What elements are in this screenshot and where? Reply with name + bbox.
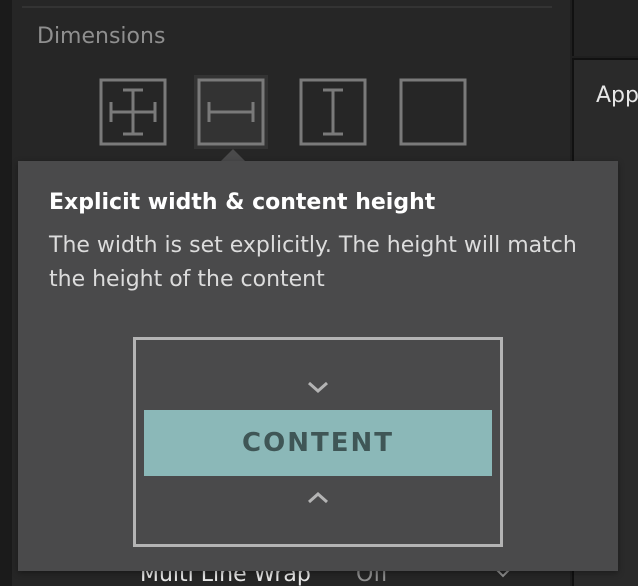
content-size-icon	[399, 78, 467, 146]
tooltip-title: Explicit width & content height	[49, 190, 436, 215]
right-panel-label: App	[596, 83, 638, 108]
left-edge	[0, 0, 12, 586]
tooltip-description: The width is set explicitly. The height …	[49, 233, 577, 292]
fixed-height-button[interactable]	[297, 75, 371, 149]
section-title: Dimensions	[37, 24, 166, 49]
app-root: Dimensions App Multi Line Wrap Off Expli…	[0, 0, 638, 586]
dimension-tooltip: Explicit width & content height The widt…	[18, 161, 618, 571]
fixed-height-icon	[299, 78, 367, 146]
fixed-width-icon	[197, 78, 265, 146]
right-header	[572, 0, 638, 56]
chevron-up-icon	[308, 491, 328, 504]
fixed-width-button[interactable]	[194, 75, 268, 149]
fixed-size-icon	[99, 78, 167, 146]
section-divider	[22, 6, 552, 8]
chevron-down-icon	[308, 381, 328, 394]
fixed-size-button[interactable]	[97, 75, 171, 149]
dimension-diagram: CONTENT	[133, 337, 503, 547]
content-label: CONTENT	[242, 428, 394, 458]
content-block: CONTENT	[144, 410, 492, 476]
content-size-button[interactable]	[397, 75, 471, 149]
